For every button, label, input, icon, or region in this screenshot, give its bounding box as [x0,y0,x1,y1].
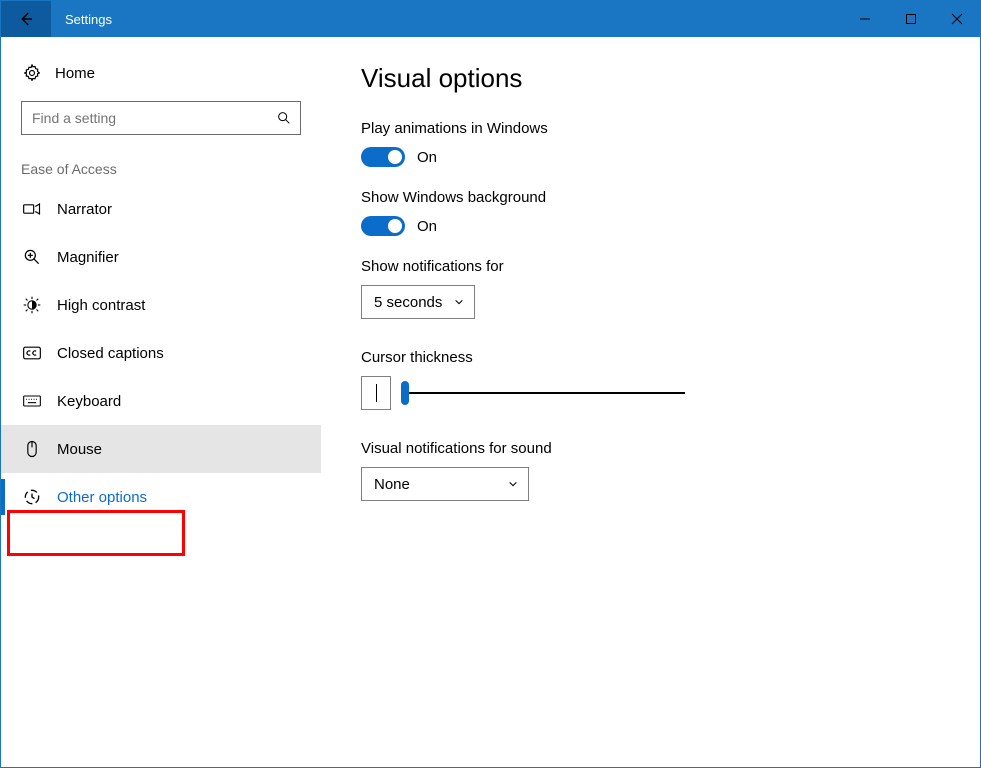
search-box[interactable] [21,101,301,135]
close-icon [951,13,963,25]
toggle-state: On [417,149,437,166]
sidebar-item-label: Keyboard [57,393,121,410]
toggle-play-animations[interactable] [361,147,405,167]
sidebar-item-magnifier[interactable]: Magnifier [1,233,321,281]
back-button[interactable] [1,1,51,37]
page-title: Visual options [361,63,940,94]
minimize-icon [859,13,871,25]
home-label: Home [55,65,95,82]
sidebar-item-home[interactable]: Home [1,55,321,97]
minimize-button[interactable] [842,1,888,37]
sidebar-item-label: Other options [57,489,147,506]
field-label: Play animations in Windows [361,120,940,137]
sidebar-item-mouse[interactable]: Mouse [1,425,321,473]
sidebar: Home Ease of Access Narrator Magnifier [1,37,321,767]
select-visual-notifications[interactable]: None [361,467,529,501]
field-label: Show notifications for [361,258,940,275]
cursor-thickness-slider[interactable] [405,381,685,405]
magnifier-icon [21,247,43,267]
arrow-left-icon [17,10,35,28]
select-notification-duration[interactable]: 5 seconds [361,285,475,319]
search-input[interactable] [30,109,276,127]
window-title: Settings [51,1,842,37]
cursor-thickness-preview [361,376,391,410]
chevron-down-icon [454,297,464,307]
sidebar-item-closed-captions[interactable]: Closed captions [1,329,321,377]
field-label: Visual notifications for sound [361,440,940,457]
closed-captions-icon [21,343,43,363]
field-label: Cursor thickness [361,349,940,366]
sidebar-item-label: Closed captions [57,345,164,362]
field-show-background: Show Windows background On [361,189,940,236]
maximize-icon [905,13,917,25]
sidebar-item-narrator[interactable]: Narrator [1,185,321,233]
main-panel: Visual options Play animations in Window… [321,37,980,767]
slider-thumb[interactable] [401,381,409,405]
sidebar-section-header: Ease of Access [1,135,321,185]
field-visual-notifications: Visual notifications for sound None [361,440,940,501]
sidebar-item-high-contrast[interactable]: High contrast [1,281,321,329]
toggle-state: On [417,218,437,235]
sidebar-item-keyboard[interactable]: Keyboard [1,377,321,425]
sidebar-item-label: High contrast [57,297,145,314]
chevron-down-icon [508,479,518,489]
toggle-show-background[interactable] [361,216,405,236]
sidebar-item-other-options[interactable]: Other options [1,473,321,521]
mouse-icon [21,439,43,459]
settings-window: Settings Home [0,0,981,768]
keyboard-icon [21,391,43,411]
window-controls [842,1,980,37]
select-value: None [374,476,410,493]
titlebar: Settings [1,1,980,37]
other-options-icon [21,487,43,507]
field-play-animations: Play animations in Windows On [361,120,940,167]
sidebar-item-label: Narrator [57,201,112,218]
field-label: Show Windows background [361,189,940,206]
sidebar-item-label: Mouse [57,441,102,458]
narrator-icon [21,199,43,219]
gear-icon [21,63,43,83]
high-contrast-icon [21,295,43,315]
select-value: 5 seconds [374,294,442,311]
close-button[interactable] [934,1,980,37]
field-cursor-thickness: Cursor thickness [361,349,940,410]
field-show-notifications: Show notifications for 5 seconds [361,258,940,319]
search-icon [276,110,292,126]
maximize-button[interactable] [888,1,934,37]
sidebar-item-label: Magnifier [57,249,119,266]
